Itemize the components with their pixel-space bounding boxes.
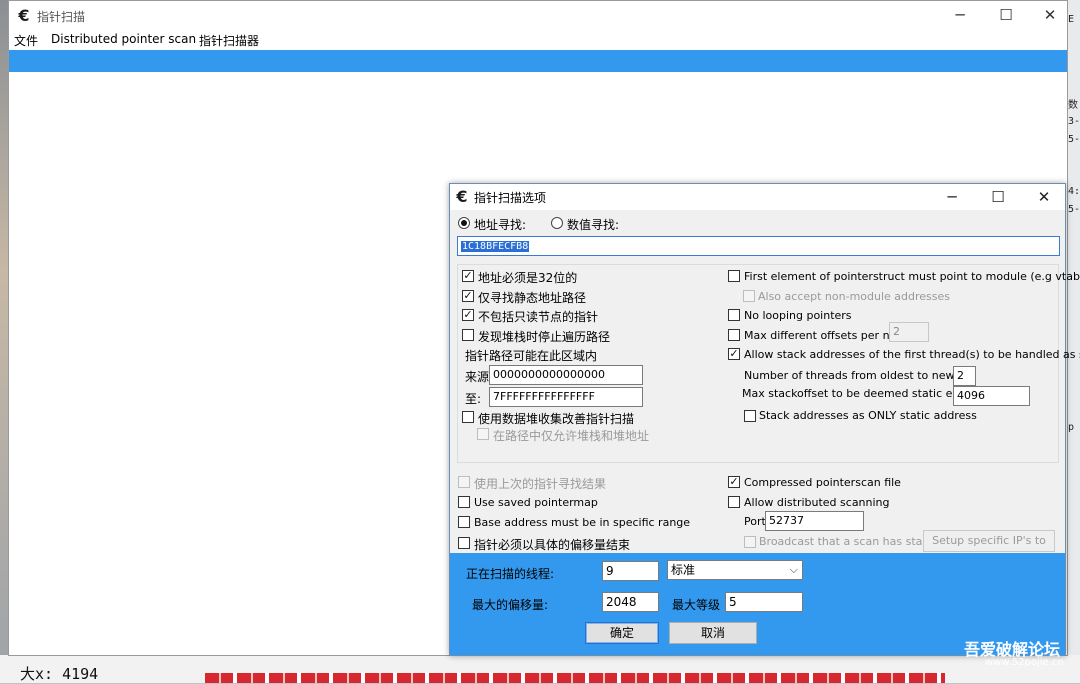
- checkbox-label: Base address must be in specific range: [474, 516, 691, 529]
- checkbox-first-element-module[interactable]: [728, 270, 740, 282]
- priority-select[interactable]: 标准 ⌵: [667, 560, 803, 580]
- checkbox-max-offsets[interactable]: [728, 329, 740, 341]
- port-input[interactable]: 52737: [765, 511, 864, 531]
- menu-pointer-scanner[interactable]: 指针扫描器: [199, 32, 259, 49]
- checkbox-32bit[interactable]: ✓: [462, 270, 474, 282]
- checkbox-broadcast[interactable]: [744, 536, 756, 548]
- stackoffset-input[interactable]: 4096: [953, 386, 1030, 406]
- background-text: 数: [1068, 100, 1078, 111]
- cheat-engine-icon: €: [18, 6, 30, 25]
- checkbox-end-with-offset[interactable]: [458, 537, 470, 549]
- max-offset-label: 最大的偏移量:: [472, 598, 549, 612]
- checkbox-compressed[interactable]: ✓: [728, 476, 740, 488]
- maximize-icon[interactable]: ☐: [975, 184, 1021, 210]
- ok-button[interactable]: 确定: [585, 622, 659, 644]
- address-input[interactable]: 1C18BFECFB8: [457, 236, 1060, 256]
- checkbox-label: Stack addresses as ONLY static address: [759, 409, 977, 422]
- background-text: 5-: [1068, 204, 1080, 215]
- checkbox-no-readonly[interactable]: ✓: [462, 309, 474, 321]
- threads-label: Number of threads from oldest to newest:: [744, 369, 976, 382]
- background-text: 5-: [1068, 134, 1080, 145]
- pointer-scan-options-dialog: € 指针扫描选项 ─ ☐ ✕ 地址寻找: 数值寻找: 1C18BFECFB8 ✓…: [449, 183, 1080, 656]
- max-offset-input[interactable]: 2048: [602, 592, 659, 612]
- minimize-icon[interactable]: ─: [929, 184, 975, 210]
- checkbox-label: Allow distributed scanning: [744, 496, 890, 509]
- menu-bar: 文件 Distributed pointer scan 指针扫描器: [9, 31, 1067, 49]
- setup-ips-button[interactable]: Setup specific IP's to notify: [923, 530, 1055, 567]
- range-label: 指针路径可能在此区域内: [465, 349, 598, 363]
- menu-distributed-scan[interactable]: Distributed pointer scan: [51, 32, 196, 46]
- radio-value-label: 数值寻找:: [567, 218, 620, 232]
- max-offsets-input[interactable]: 2: [889, 322, 929, 342]
- dialog-titlebar: € 指针扫描选项 ─ ☐ ✕: [450, 184, 1065, 210]
- checkbox-label: 不包括只读节点的指针: [478, 310, 599, 324]
- maximize-icon[interactable]: ☐: [983, 1, 1029, 31]
- address-value: 1C18BFECFB8: [461, 241, 530, 252]
- radio-address-label: 地址寻找:: [474, 218, 527, 232]
- checkbox-static-only[interactable]: ✓: [462, 290, 474, 302]
- threads-scanning-input[interactable]: 9: [602, 561, 659, 581]
- threads-scanning-label: 正在扫描的线程:: [466, 567, 555, 581]
- background-text: 4:: [1068, 186, 1080, 197]
- close-icon[interactable]: ✕: [1021, 184, 1067, 210]
- background-text: p: [1068, 422, 1075, 433]
- progress-strip: [9, 50, 1067, 72]
- checkbox-stop-on-stack[interactable]: [462, 329, 474, 341]
- checkbox-label: First element of pointerstruct must poin…: [744, 270, 1080, 283]
- checkbox-distributed[interactable]: [728, 496, 740, 508]
- window-title: 指针扫描: [37, 10, 86, 24]
- max-level-input[interactable]: 5: [725, 592, 803, 612]
- background-status-text: 大x: 4194: [20, 665, 99, 683]
- chevron-down-icon: ⌵: [789, 563, 798, 576]
- checkbox-label: 仅寻找静态地址路径: [478, 291, 587, 305]
- checkbox-label: 指针必须以具体的偏移量结束: [474, 538, 631, 552]
- checkbox-label: 地址必须是32位的: [478, 271, 578, 285]
- checkbox-only-stack-heap[interactable]: [477, 428, 489, 440]
- priority-value: 标准: [671, 563, 696, 577]
- threads-input[interactable]: 2: [953, 366, 976, 386]
- to-address-input[interactable]: 7FFFFFFFFFFFFFFF: [489, 387, 643, 407]
- watermark-url: www.52pojie.cn: [985, 657, 1064, 668]
- close-icon[interactable]: ✕: [1027, 1, 1073, 31]
- checkbox-no-looping[interactable]: [728, 309, 740, 321]
- from-address-input[interactable]: 0000000000000000: [489, 365, 643, 385]
- checkbox-allow-stack[interactable]: ✓: [728, 348, 740, 360]
- to-label: 至:: [465, 392, 482, 406]
- checkbox-saved-pointermap[interactable]: [458, 496, 470, 508]
- checkbox-label: 发现堆栈时停止遍历路径: [478, 330, 611, 344]
- checkbox-heap-data[interactable]: [462, 411, 474, 423]
- checkbox-label: Allow stack addresses of the first threa…: [744, 348, 1080, 361]
- checkbox-label: 在路径中仅允许堆栈和堆地址: [493, 429, 650, 443]
- checkbox-label: No looping pointers: [744, 309, 852, 322]
- dialog-title: 指针扫描选项: [474, 191, 547, 205]
- background-memory-blocks: [205, 673, 945, 683]
- checkbox-label: 使用数据堆收集改善指针扫描: [478, 412, 635, 426]
- window-titlebar: € 指针扫描 ─ ☐ ✕: [9, 1, 1067, 31]
- checkbox-label: Use saved pointermap: [474, 496, 598, 509]
- checkbox-non-module[interactable]: [743, 290, 755, 302]
- background-text: 3-: [1068, 116, 1080, 127]
- cancel-button[interactable]: 取消: [669, 622, 757, 644]
- radio-value-search[interactable]: [551, 217, 563, 229]
- checkbox-label: Also accept non-module addresses: [758, 290, 951, 303]
- checkbox-base-range[interactable]: [458, 516, 470, 528]
- checkbox-use-previous-results[interactable]: [458, 476, 470, 488]
- checkbox-label: Compressed pointerscan file: [744, 476, 901, 489]
- max-level-label: 最大等级: [672, 598, 721, 612]
- checkbox-label: Broadcast that a scan has started: [759, 535, 945, 548]
- menu-file[interactable]: 文件: [14, 32, 38, 49]
- desktop-background: [0, 0, 8, 683]
- minimize-icon[interactable]: ─: [937, 1, 983, 31]
- cheat-engine-icon: €: [456, 187, 468, 206]
- checkbox-label: 使用上次的指针寻找结果: [474, 477, 607, 491]
- radio-address-search[interactable]: [458, 217, 470, 229]
- from-label: 来源: [465, 370, 490, 384]
- checkbox-stack-only[interactable]: [744, 410, 756, 422]
